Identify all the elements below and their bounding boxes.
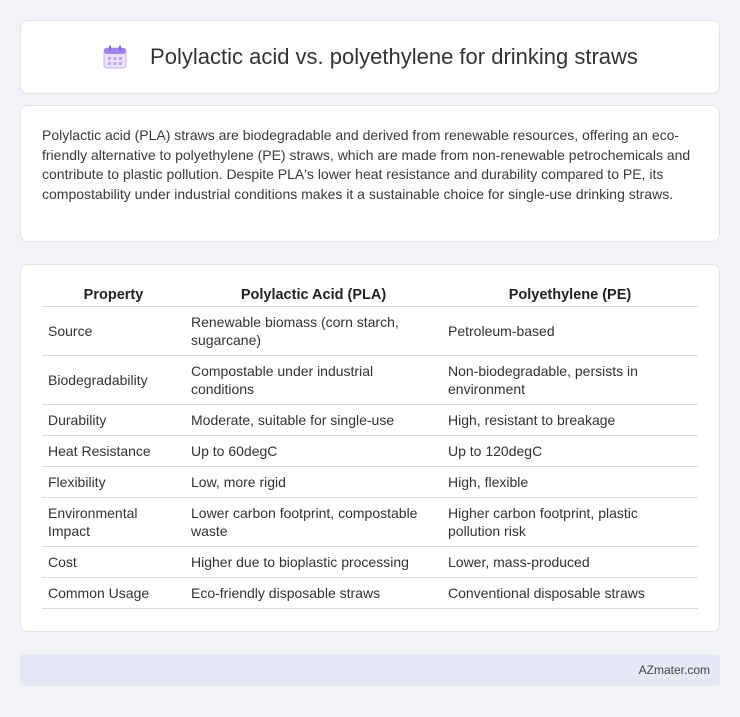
cell-pe: Up to 120degC — [442, 436, 698, 467]
table-row: Environmental Impact Lower carbon footpr… — [42, 498, 698, 547]
table-row: Heat Resistance Up to 60degC Up to 120de… — [42, 436, 698, 467]
table-row: Durability Moderate, suitable for single… — [42, 405, 698, 436]
footer-site-label: AZmater.com — [638, 663, 710, 677]
cell-property: Environmental Impact — [42, 498, 185, 547]
table-header-row: Property Polylactic Acid (PLA) Polyethyl… — [42, 285, 698, 307]
header-pla: Polylactic Acid (PLA) — [185, 285, 442, 307]
table-row: Flexibility Low, more rigid High, flexib… — [42, 467, 698, 498]
summary-card: Polylactic acid (PLA) straws are biodegr… — [20, 105, 720, 242]
cell-pla: Moderate, suitable for single-use — [185, 405, 442, 436]
comparison-table-card: Property Polylactic Acid (PLA) Polyethyl… — [20, 264, 720, 632]
cell-property: Source — [42, 307, 185, 356]
cell-pe: Higher carbon footprint, plastic polluti… — [442, 498, 698, 547]
cell-pla: Eco-friendly disposable straws — [185, 578, 442, 609]
cell-property: Heat Resistance — [42, 436, 185, 467]
cell-pla: Higher due to bioplastic processing — [185, 547, 442, 578]
cell-property: Common Usage — [42, 578, 185, 609]
cell-pla: Lower carbon footprint, compostable wast… — [185, 498, 442, 547]
header-property: Property — [42, 285, 185, 307]
comparison-table: Property Polylactic Acid (PLA) Polyethyl… — [42, 285, 698, 609]
page-title: Polylactic acid vs. polyethylene for dri… — [150, 44, 638, 69]
title-card: Polylactic acid vs. polyethylene for dri… — [20, 20, 720, 94]
cell-pe: High, flexible — [442, 467, 698, 498]
cell-property: Biodegradability — [42, 356, 185, 405]
cell-pe: Conventional disposable straws — [442, 578, 698, 609]
table-row: Cost Higher due to bioplastic processing… — [42, 547, 698, 578]
cell-pla: Up to 60degC — [185, 436, 442, 467]
table-row: Biodegradability Compostable under indus… — [42, 356, 698, 405]
cell-pe: High, resistant to breakage — [442, 405, 698, 436]
table-row: Source Renewable biomass (corn starch, s… — [42, 307, 698, 356]
cell-property: Flexibility — [42, 467, 185, 498]
cell-pla: Low, more rigid — [185, 467, 442, 498]
calendar-icon — [102, 44, 128, 70]
footer: AZmater.com — [20, 654, 720, 686]
cell-pe: Petroleum-based — [442, 307, 698, 356]
cell-property: Durability — [42, 405, 185, 436]
cell-pla: Renewable biomass (corn starch, sugarcan… — [185, 307, 442, 356]
cell-pla: Compostable under industrial conditions — [185, 356, 442, 405]
header-pe: Polyethylene (PE) — [442, 285, 698, 307]
summary-text: Polylactic acid (PLA) straws are biodegr… — [42, 127, 691, 202]
cell-pe: Non-biodegradable, persists in environme… — [442, 356, 698, 405]
cell-pe: Lower, mass-produced — [442, 547, 698, 578]
table-row: Common Usage Eco-friendly disposable str… — [42, 578, 698, 609]
cell-property: Cost — [42, 547, 185, 578]
